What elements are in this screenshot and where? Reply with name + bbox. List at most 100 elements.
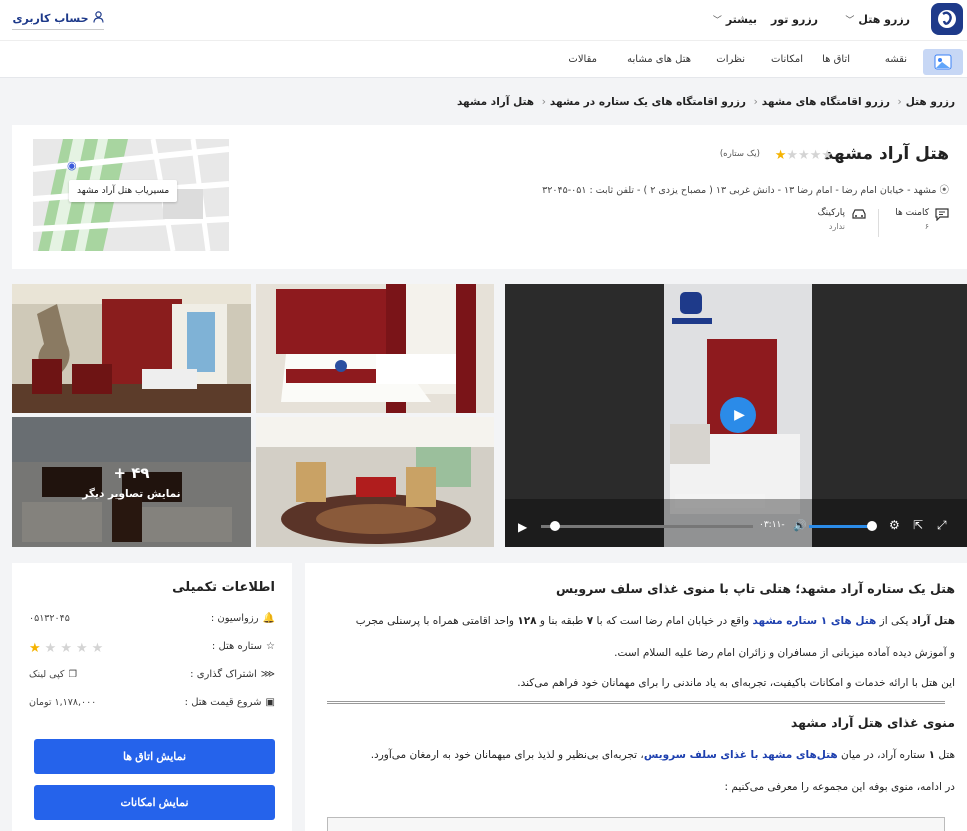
gallery-photo[interactable]: [256, 284, 494, 413]
comment-icon: [935, 208, 949, 224]
play-control-icon[interactable]: ▶: [518, 520, 527, 534]
volume-knob[interactable]: [867, 521, 877, 531]
settings-icon[interactable]: ⚙: [889, 518, 900, 532]
chevron-down-icon: ﹀: [712, 16, 722, 26]
hotel-title: هتل آراد مشهد: [824, 144, 949, 164]
star-outline-icon: ☆: [266, 641, 275, 652]
hotel-header-card: هتل آراد مشهد ★★★★★ (یک ستاره) ⦿ مشهد - …: [12, 125, 967, 269]
breadcrumb-item[interactable]: رزرو اقامتگاه های یک ستاره در مشهد: [550, 96, 746, 108]
tab-similar-hotels[interactable]: هتل های مشابه: [627, 54, 691, 65]
parking-feature: پارکینگ ندارد: [818, 208, 867, 231]
account-button[interactable]: حساب کاربری: [12, 8, 104, 30]
location-pin-icon: ⦿: [939, 185, 949, 196]
star-icon: ★: [60, 641, 72, 656]
chevron-left-icon: ‹: [897, 96, 902, 108]
chevron-down-icon: ﹀: [845, 16, 855, 26]
more-photos-overlay[interactable]: ۴۹ + نمایش تصاویر دیگر: [12, 417, 251, 547]
tab-amenities[interactable]: امکانات: [771, 54, 803, 65]
price-value: ۱,۱۷۸,۰۰۰ تومان: [29, 697, 97, 708]
site-logo[interactable]: [931, 3, 963, 35]
copy-icon: ❐: [68, 669, 77, 680]
breadcrumb: رزرو هتل ‹ رزرو اقامتگاه های مشهد ‹ رزرو ا…: [457, 96, 955, 108]
parking-value: ندارد: [828, 222, 845, 231]
volume-slider[interactable]: [809, 525, 873, 528]
bell-icon: 🔔: [262, 613, 275, 624]
star-icon: ★: [786, 148, 799, 163]
show-amenities-button[interactable]: نمایش امکانات: [34, 785, 275, 820]
map-pin-icon: ◉: [67, 159, 77, 172]
menu-table-top: [327, 817, 945, 831]
tab-map[interactable]: نقشه: [885, 54, 907, 65]
breadcrumb-item[interactable]: رزرو هتل: [906, 96, 955, 108]
nav-tour-booking[interactable]: رزرو تور: [771, 13, 818, 26]
star-icon: ★: [44, 641, 57, 656]
video-progress-knob[interactable]: [550, 521, 560, 531]
comments-count: ۶: [924, 222, 929, 231]
star-icon: ★: [809, 148, 822, 163]
description-paragraph-4: در ادامه، منوی بوفه این مجموعه را معرفی …: [724, 781, 955, 793]
copy-link-label: کپی لینک: [29, 669, 65, 680]
self-service-hotels-link[interactable]: هتل‌های مشهد با غذای سلف سرویس: [644, 749, 838, 761]
share-icon[interactable]: ⇱: [913, 518, 923, 532]
nav-hotel-booking[interactable]: رزرو هتل﹀: [845, 13, 910, 26]
text-fragment: واقع در خیابان امام رضا است که با: [593, 615, 753, 627]
section-divider: [327, 701, 945, 704]
nav-more-label: بیشتر: [725, 13, 757, 26]
play-button[interactable]: ▶: [720, 397, 756, 433]
price-label: شروع قیمت هتل :: [184, 697, 262, 708]
hotel-address: ⦿ مشهد - خیابان امام رضا - امام رضا ۱۳ -…: [542, 182, 949, 196]
nav-hotel-booking-label: رزرو هتل: [858, 13, 910, 26]
tab-reviews[interactable]: نظرات: [716, 54, 745, 65]
info-row-share: ⋘ اشتراک گذاری : ❐ کپی لینک: [29, 669, 275, 685]
copy-link-button[interactable]: ❐ کپی لینک: [29, 669, 77, 680]
text-fragment: طبقه بنا و: [536, 615, 587, 627]
more-photos-label: نمایش تصاویر دیگر: [82, 488, 181, 500]
tab-rooms[interactable]: اتاق ها: [822, 54, 850, 65]
volume-icon[interactable]: 🔊: [793, 519, 807, 532]
star-icon: ★: [774, 148, 787, 163]
map-route-label[interactable]: مسیریاب هتل آراد مشهد: [69, 180, 178, 202]
one-star-hotels-link[interactable]: هتل های ۱ ستاره مشهد: [752, 615, 876, 627]
info-row-stars: ☆ ستاره هتل : ★ ★ ★ ★ ★: [29, 641, 275, 657]
tab-articles[interactable]: مقالات: [568, 54, 597, 65]
star-icon: ★: [821, 148, 833, 163]
text-fragment: یکی از: [876, 615, 912, 627]
nav-more[interactable]: بیشتر﹀: [713, 13, 757, 26]
info-row-reception: 🔔 رزواسیون : ۰۵۱۳۲۰۴۵: [29, 613, 275, 629]
fullscreen-icon[interactable]: ⤢: [937, 518, 947, 533]
units-count: ۱۲۸: [517, 615, 537, 627]
account-label: حساب کاربری: [12, 12, 89, 25]
photo-gallery: ۴۹ + نمایش تصاویر دیگر ▶ ▶ -۰۳:۱۱ 🔊 ⚙ ⇱ …: [12, 284, 967, 547]
info-star-rating: ★ ★ ★ ★ ★: [29, 641, 103, 656]
video-progress-bar[interactable]: [541, 525, 753, 528]
info-row-price: ▣ شروع قیمت هتل : ۱,۱۷۸,۰۰۰ تومان: [29, 697, 275, 713]
breadcrumb-item[interactable]: رزرو اقامتگاه های مشهد: [762, 96, 890, 108]
text-fragment: واحد اقامتی همراه با پرسنلی مجرب: [355, 615, 518, 627]
gallery-photo[interactable]: [256, 417, 494, 547]
text-fragment: ، تجربه‌ای بی‌نظیر و لذیذ برای میهمانان …: [370, 749, 644, 761]
description-paragraph-1-cont: و آموزش دیده آماده میزبانی از مسافران و …: [614, 647, 955, 659]
star-icon: ★: [29, 641, 41, 656]
hotel-address-text: مشهد - خیابان امام رضا - امام رضا ۱۳ - د…: [542, 185, 937, 196]
star-icon: ★: [91, 641, 104, 656]
user-icon: [92, 11, 104, 26]
comments-feature[interactable]: کامنت ها ۶: [895, 208, 949, 231]
section-tabs: نقشه اتاق ها امکانات نظرات هتل های مشابه…: [0, 40, 967, 78]
reception-value: ۰۵۱۳۲۰۴۵: [29, 613, 70, 624]
gallery-photo-more[interactable]: ۴۹ + نمایش تصاویر دیگر: [12, 417, 251, 547]
nav-tour-booking-label: رزرو تور: [770, 13, 818, 26]
hotel-name-bold: هتل آراد: [911, 615, 955, 627]
description-heading: هتل یک ستاره آراد مشهد؛ هتلی تاپ با منوی…: [555, 581, 955, 596]
text-fragment: ستاره آراد، در میان: [837, 749, 929, 761]
show-rooms-button[interactable]: نمایش اتاق ها: [34, 739, 275, 774]
hotel-thumbnail[interactable]: [923, 49, 963, 75]
gallery-photo[interactable]: [12, 284, 251, 413]
video-player[interactable]: ▶ ▶ -۰۳:۱۱ 🔊 ⚙ ⇱ ⤢: [505, 284, 967, 547]
mini-map[interactable]: ◉ مسیریاب هتل آراد مشهد: [33, 139, 229, 251]
text-fragment: هتل: [935, 749, 955, 761]
additional-info-card: اطلاعات تکمیلی 🔔 رزواسیون : ۰۵۱۳۲۰۴۵ ☆ ستا…: [12, 563, 292, 831]
description-paragraph-3: هتل ۱ ستاره آراد، در میان هتل‌های مشهد ب…: [371, 749, 955, 761]
stars-label: ستاره هتل :: [211, 641, 263, 652]
hotel-description-card: هتل یک ستاره آراد مشهد؛ هتلی تاپ با منوی…: [305, 563, 967, 831]
car-icon: [851, 208, 867, 223]
